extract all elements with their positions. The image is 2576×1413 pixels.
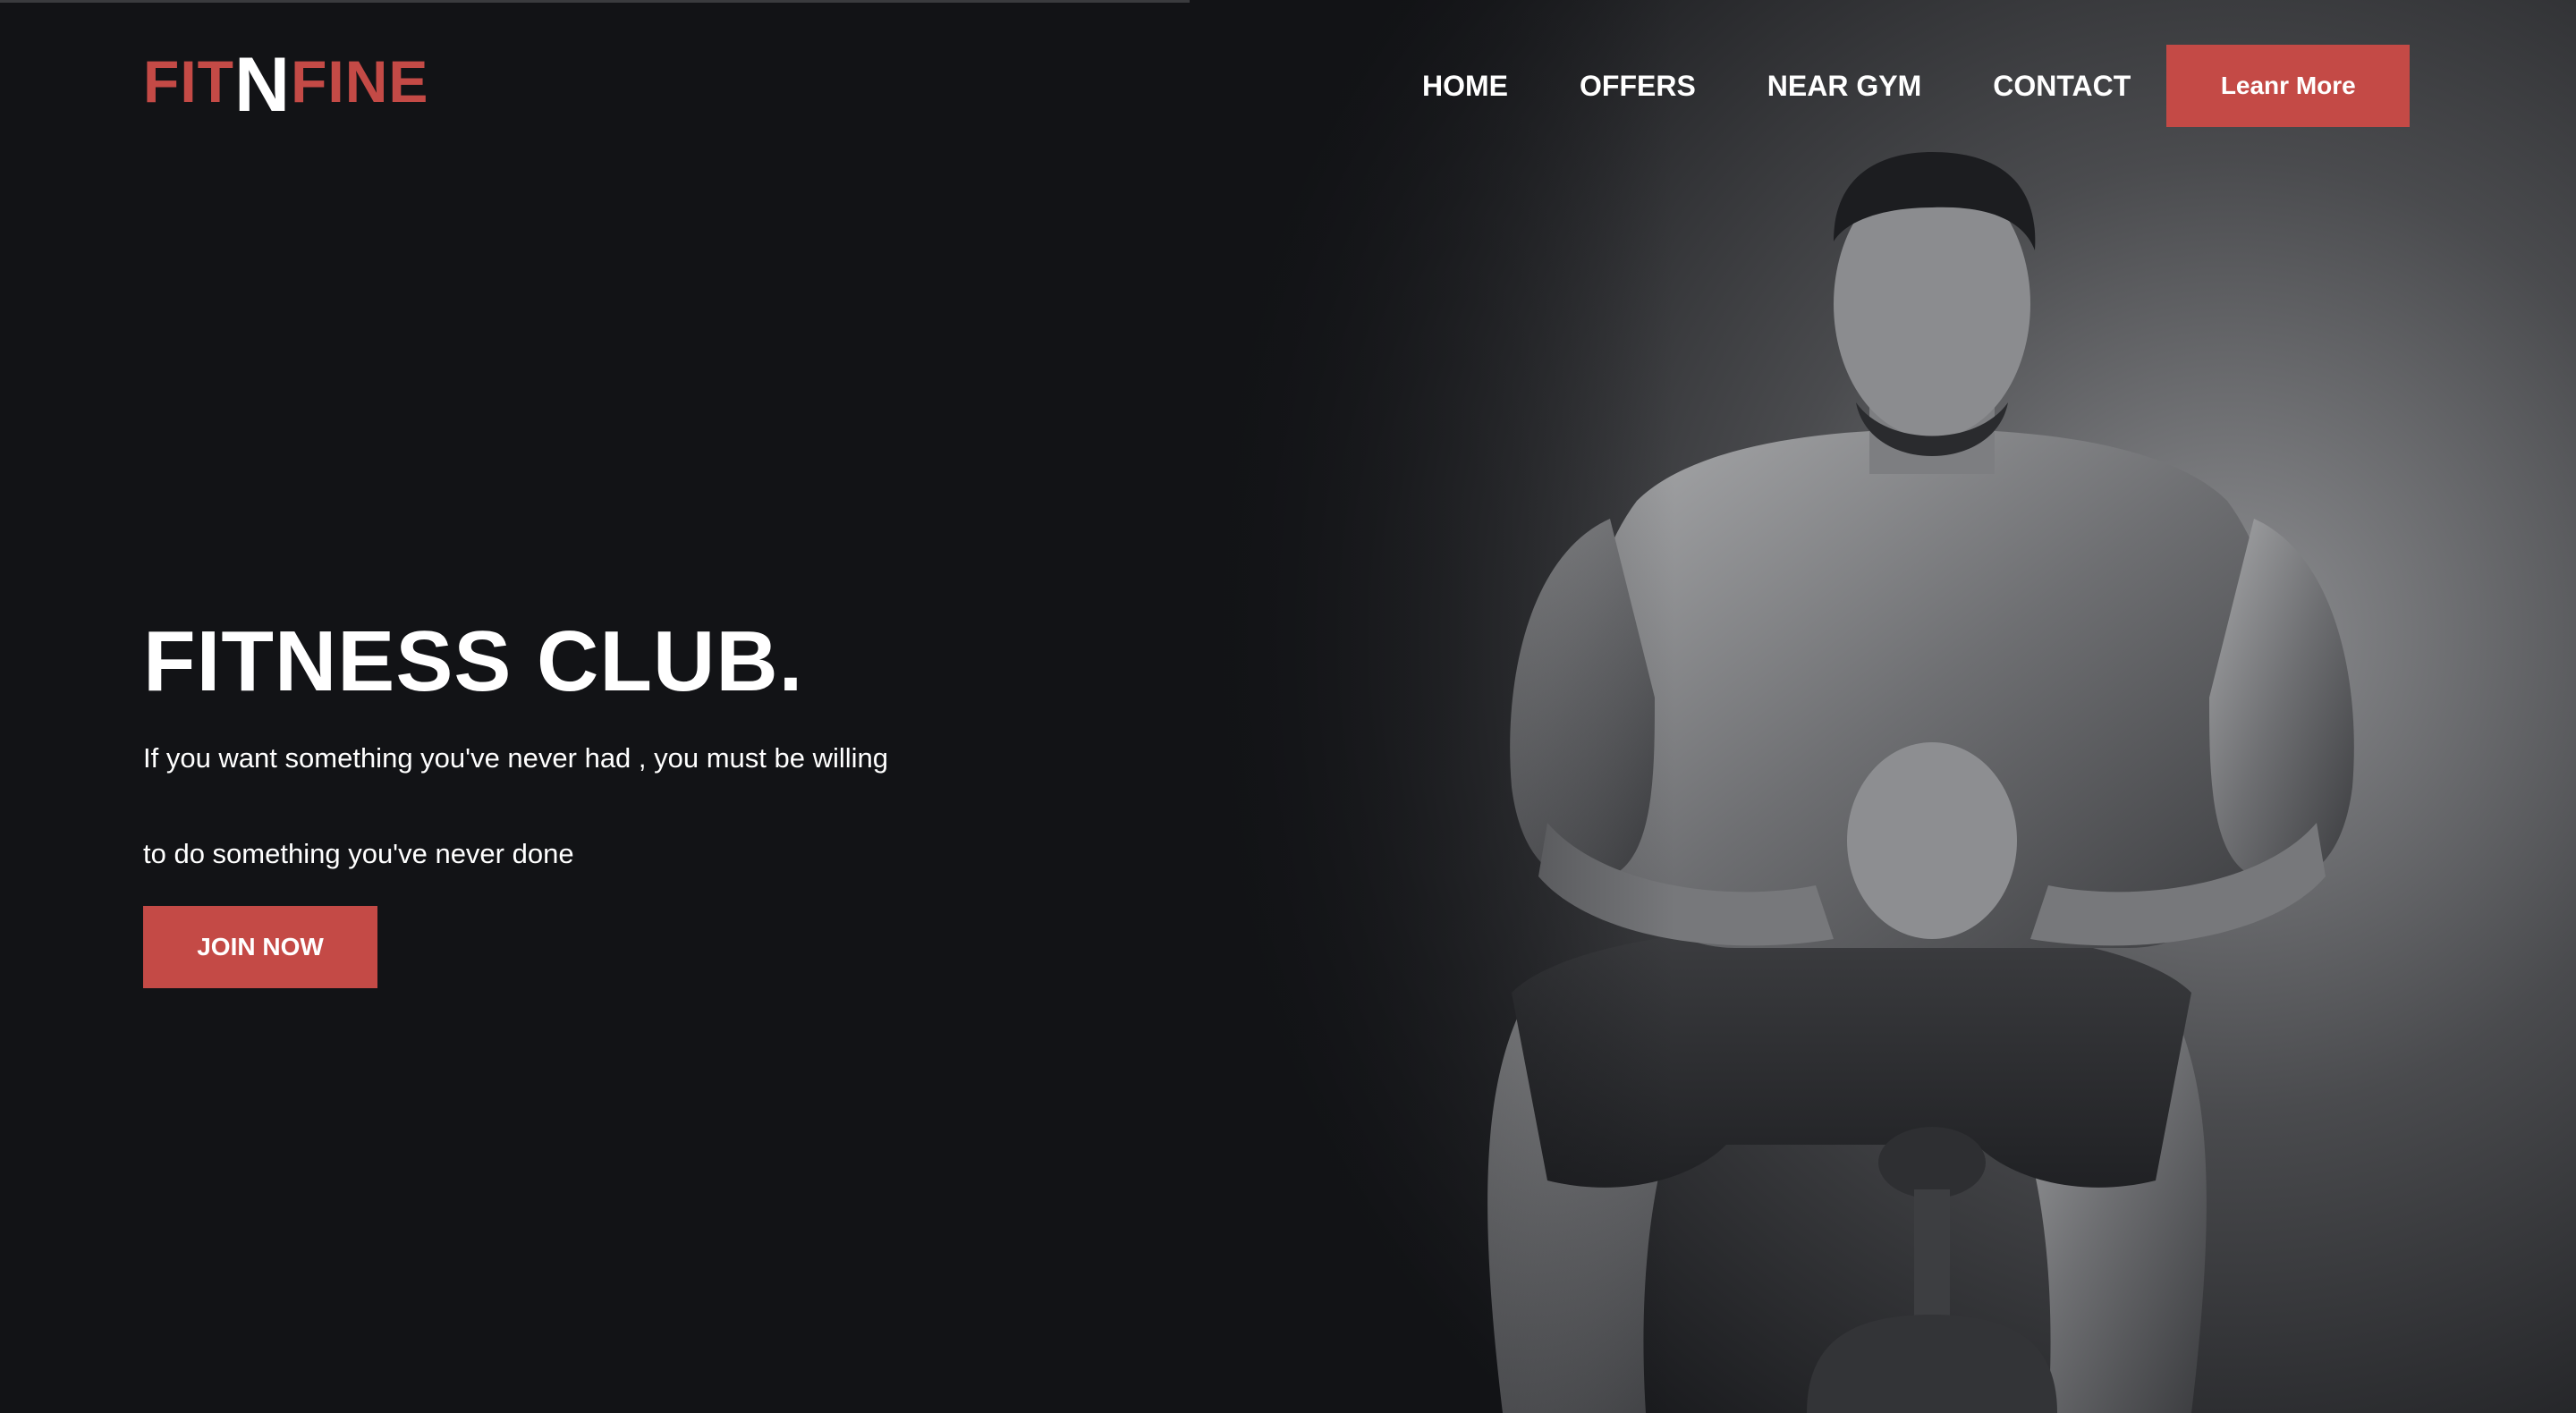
hero-image — [1190, 0, 2576, 1413]
landing-page: FITNFINE HOME OFFERS NEAR GYM CONTACT Le… — [0, 0, 2576, 1413]
nav-item-near-gym[interactable]: NEAR GYM — [1767, 70, 1921, 103]
nav-item-home[interactable]: HOME — [1422, 70, 1508, 103]
learn-more-button[interactable]: Leanr More — [2166, 45, 2411, 127]
main-nav: HOME OFFERS NEAR GYM CONTACT Leanr More — [1422, 45, 2411, 127]
logo-fine-text: FINE — [291, 48, 429, 114]
hero-tagline-line-1: If you want something you've never had ,… — [143, 742, 889, 774]
brand-logo[interactable]: FITNFINE — [143, 47, 428, 123]
hero-title: FITNESS CLUB. — [143, 613, 804, 709]
join-now-button[interactable]: JOIN NOW — [143, 906, 377, 988]
logo-fit-text: FIT — [143, 48, 234, 114]
nav-item-offers[interactable]: OFFERS — [1580, 70, 1696, 103]
nav-item-contact[interactable]: CONTACT — [1993, 70, 2131, 103]
logo-n-text: N — [233, 42, 292, 128]
hero-tagline-line-2: to do something you've never done — [143, 838, 574, 869]
